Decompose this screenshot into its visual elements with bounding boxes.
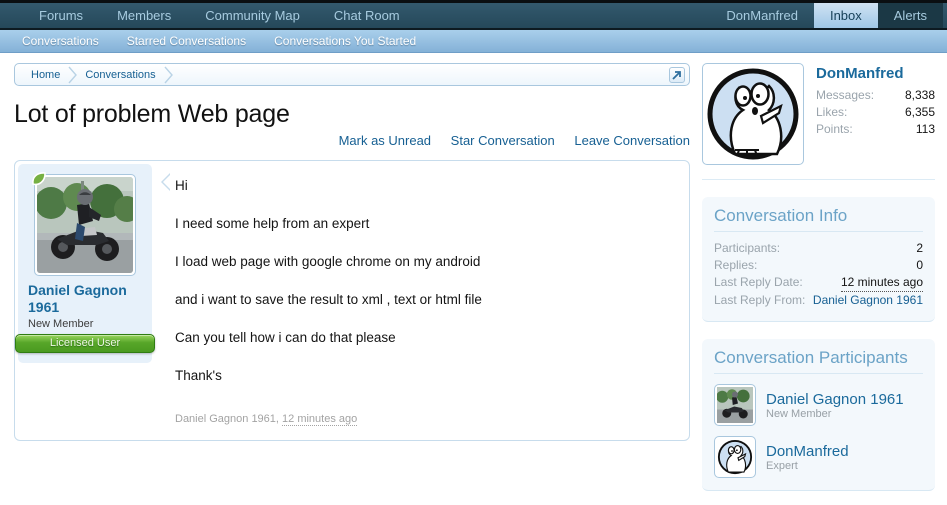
message-paragraph: Hi <box>175 177 674 194</box>
mark-as-unread-link[interactable]: Mark as Unread <box>339 133 431 148</box>
conversation-participants-section: Conversation Participants <box>702 339 935 491</box>
info-replies: Replies: 0 <box>714 257 923 274</box>
stat-value[interactable]: 8,338 <box>905 87 935 104</box>
message-author-panel: Daniel Gagnon 1961 New Member Licensed U… <box>18 164 152 363</box>
message-footer: Daniel Gagnon 1961, 12 minutes ago <box>175 413 686 437</box>
sub-navbar: Conversations Starred Conversations Conv… <box>0 30 947 53</box>
participant-row: DonManfred Expert <box>714 436 923 478</box>
page-title: Lot of problem Web page <box>14 100 690 129</box>
cat-cartoon-avatar <box>705 66 801 162</box>
breadcrumb: Home Conversations <box>14 63 690 86</box>
jump-to-bottom-icon[interactable] <box>669 67 685 83</box>
participant-avatar[interactable] <box>714 436 756 478</box>
breadcrumb-chevron-icon <box>164 66 173 84</box>
main-column: Home Conversations Lot of problem Web pa… <box>14 63 690 491</box>
message-paragraph: I load web page with google chrome on my… <box>175 253 674 270</box>
conversation-participants-heading: Conversation Participants <box>714 348 923 374</box>
visitor-name[interactable]: DonManfred <box>816 65 935 82</box>
stat-value[interactable]: 6,355 <box>905 104 935 121</box>
info-label: Participants: <box>714 240 780 257</box>
nav-account-username[interactable]: DonManfred <box>710 3 814 28</box>
star-conversation-link[interactable]: Star Conversation <box>451 133 555 148</box>
stat-label: Points: <box>816 121 853 138</box>
conversation-info-heading: Conversation Info <box>714 206 923 232</box>
visitor-panel: DonManfred Messages: 8,338 Likes: 6,355 … <box>702 63 935 180</box>
breadcrumb-conversations[interactable]: Conversations <box>81 69 159 81</box>
sidebar: DonManfred Messages: 8,338 Likes: 6,355 … <box>702 63 939 491</box>
stat-points: Points: 113 <box>816 121 935 138</box>
author-name[interactable]: Daniel Gagnon 1961 <box>18 282 152 316</box>
visitor-avatar[interactable] <box>702 63 804 165</box>
info-label: Last Reply From: <box>714 292 805 309</box>
conversation-info-section: Conversation Info Participants: 2 Replie… <box>702 197 935 322</box>
online-status-icon <box>31 171 47 192</box>
message-timestamp[interactable]: 12 minutes ago <box>282 413 357 426</box>
participant-role: Expert <box>766 460 849 472</box>
subnav-conversations-you-started[interactable]: Conversations You Started <box>260 34 430 48</box>
main-navbar: Forums Members Community Map Chat Room D… <box>0 3 947 30</box>
stat-label: Likes: <box>816 104 847 121</box>
breadcrumb-home[interactable]: Home <box>27 69 64 81</box>
info-value-timestamp[interactable]: 12 minutes ago <box>841 274 923 292</box>
cat-cartoon-avatar <box>717 439 753 475</box>
info-participants: Participants: 2 <box>714 240 923 257</box>
info-last-reply-date: Last Reply Date: 12 minutes ago <box>714 274 923 292</box>
message-body: Hi I need some help from an expert I loa… <box>173 164 686 413</box>
info-value-user-link[interactable]: Daniel Gagnon 1961 <box>813 292 923 309</box>
author-role: New Member <box>18 316 152 330</box>
author-avatar[interactable] <box>34 174 136 276</box>
conversation-actions: Mark as Unread Star Conversation Leave C… <box>14 133 690 153</box>
page-content: Home Conversations Lot of problem Web pa… <box>0 53 947 505</box>
nav-community-map[interactable]: Community Map <box>188 3 317 28</box>
motorcycle-photo-avatar <box>37 177 133 273</box>
info-value: 2 <box>916 240 923 257</box>
nav-members[interactable]: Members <box>100 3 188 28</box>
participant-role: New Member <box>766 408 904 420</box>
stat-messages: Messages: 8,338 <box>816 87 935 104</box>
message-footer-author[interactable]: Daniel Gagnon 1961, <box>175 413 279 425</box>
leave-conversation-link[interactable]: Leave Conversation <box>574 133 690 148</box>
tab-alerts[interactable]: Alerts <box>878 3 943 28</box>
speech-bubble-arrow <box>154 173 172 191</box>
stat-likes: Likes: 6,355 <box>816 104 935 121</box>
participant-avatar[interactable] <box>714 384 756 426</box>
participant-name[interactable]: DonManfred <box>766 443 849 460</box>
message-paragraph: Thank's <box>175 367 674 384</box>
info-value: 0 <box>916 257 923 274</box>
participant-row: Daniel Gagnon 1961 New Member <box>714 384 923 426</box>
message-block: Daniel Gagnon 1961 New Member Licensed U… <box>14 160 690 441</box>
motorcycle-photo-avatar <box>717 387 753 423</box>
message-paragraph: and i want to save the result to xml , t… <box>175 291 674 308</box>
info-label: Last Reply Date: <box>714 274 803 292</box>
breadcrumb-chevron-icon <box>68 66 77 84</box>
licensed-user-badge: Licensed User <box>15 334 155 353</box>
stat-value[interactable]: 113 <box>916 121 935 138</box>
stat-label: Messages: <box>816 87 874 104</box>
tab-inbox[interactable]: Inbox <box>814 3 878 28</box>
message-paragraph: I need some help from an expert <box>175 215 674 232</box>
navbar-spacer <box>417 3 711 28</box>
info-label: Replies: <box>714 257 757 274</box>
subnav-conversations[interactable]: Conversations <box>8 34 113 48</box>
nav-chat-room[interactable]: Chat Room <box>317 3 417 28</box>
message-paragraph: Can you tell how i can do that please <box>175 329 674 346</box>
nav-forums[interactable]: Forums <box>22 3 100 28</box>
participant-name[interactable]: Daniel Gagnon 1961 <box>766 391 904 408</box>
subnav-starred-conversations[interactable]: Starred Conversations <box>113 34 260 48</box>
info-last-reply-from: Last Reply From: Daniel Gagnon 1961 <box>714 292 923 309</box>
